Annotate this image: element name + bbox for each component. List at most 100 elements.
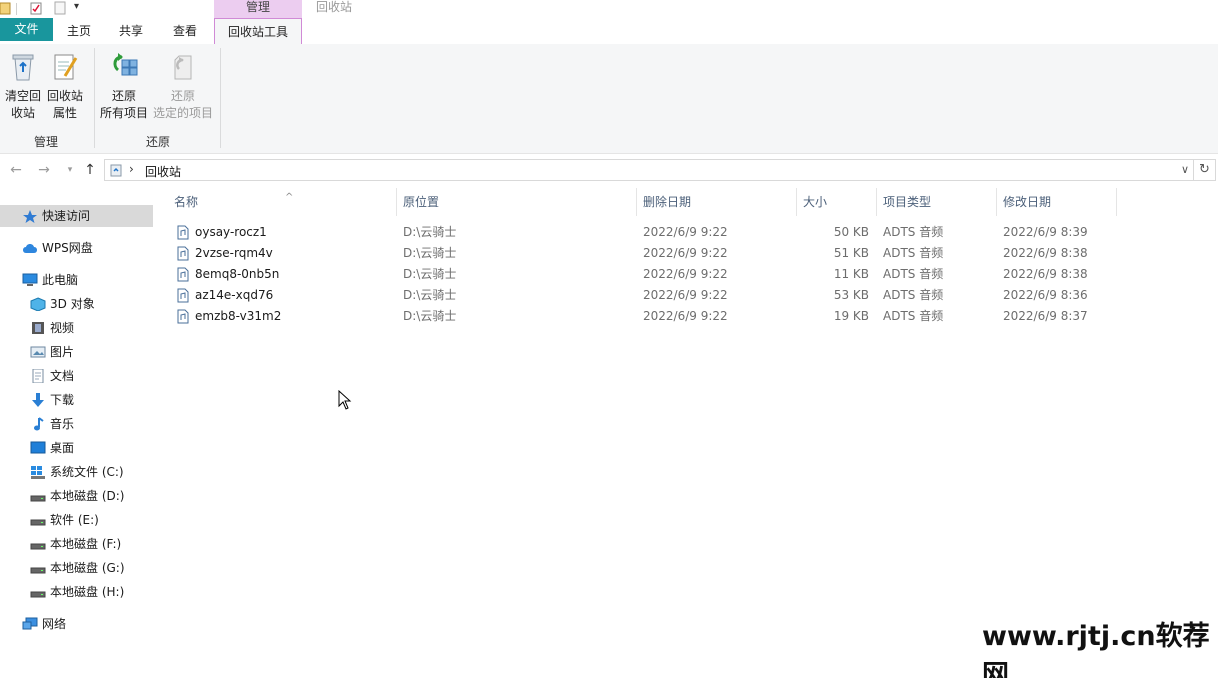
new-folder-icon[interactable]	[54, 1, 66, 15]
tab-home[interactable]: 主页	[60, 18, 98, 44]
table-row[interactable]: 2vzse-rqm4v D:\云骑士 2022/6/9 9:22 51 KB A…	[167, 243, 1117, 264]
sidebar-item-label: 快速访问	[42, 209, 91, 223]
ribbon-tabs: 文件 主页 共享 查看 回收站工具	[0, 18, 1218, 45]
file-type: ADTS 音频	[883, 225, 944, 239]
empty-recycle-bin-button[interactable]: 清空回 收站	[2, 44, 44, 129]
tab-recycle-bin-tools[interactable]: 回收站工具	[214, 18, 302, 45]
forward-arrow-icon[interactable]: →	[36, 162, 52, 178]
window-title: 回收站	[316, 0, 353, 14]
sidebar-item-videos[interactable]: 视频	[0, 317, 153, 339]
sidebar-item-downloads[interactable]: 下载	[0, 389, 153, 411]
restore-selected-label-2: 选定的项目	[152, 106, 213, 120]
sidebar-item-documents[interactable]: 文档	[0, 365, 153, 387]
sidebar-item-desktop[interactable]: 桌面	[0, 437, 153, 459]
tab-file[interactable]: 文件	[0, 18, 53, 41]
sidebar-item-drive-h[interactable]: 本地磁盘 (H:)	[0, 581, 153, 603]
sidebar-item-music[interactable]: 音乐	[0, 413, 153, 435]
column-header-name[interactable]: 名称 ^	[174, 191, 396, 213]
restore-selected-items-button[interactable]: 还原 选定的项目	[150, 44, 216, 129]
sidebar-item-drive-f[interactable]: 本地磁盘 (F:)	[0, 533, 153, 555]
up-arrow-icon[interactable]: ↑	[82, 162, 98, 178]
file-location: D:\云骑士	[403, 267, 457, 281]
drive-icon	[30, 519, 46, 526]
column-divider[interactable]	[996, 188, 997, 216]
download-icon	[32, 393, 44, 407]
toolbar-divider	[16, 3, 17, 15]
drive-icon	[30, 495, 46, 502]
video-icon	[32, 322, 44, 334]
star-icon	[23, 210, 37, 223]
audio-file-icon	[177, 309, 189, 324]
refresh-icon[interactable]: ↻	[1194, 159, 1216, 181]
tab-share[interactable]: 共享	[112, 18, 150, 44]
audio-file-icon	[177, 288, 189, 303]
column-divider[interactable]	[876, 188, 877, 216]
back-arrow-icon[interactable]: ←	[8, 162, 24, 178]
table-row[interactable]: 8emq8-0nb5n D:\云骑士 2022/6/9 9:22 11 KB A…	[167, 264, 1117, 285]
column-divider[interactable]	[796, 188, 797, 216]
file-name: az14e-xqd76	[195, 288, 274, 302]
table-row[interactable]: az14e-xqd76 D:\云骑士 2022/6/9 9:22 53 KB A…	[167, 285, 1117, 306]
file-type: ADTS 音频	[883, 246, 944, 260]
column-header-date-modified[interactable]: 修改日期	[1003, 191, 1115, 213]
sidebar-item-quick-access[interactable]: 快速访问	[0, 205, 153, 227]
properties-icon[interactable]	[30, 1, 42, 15]
sidebar-item-drive-g[interactable]: 本地磁盘 (G:)	[0, 557, 153, 579]
sidebar-item-label: WPS网盘	[42, 241, 93, 255]
breadcrumb-recycle-bin[interactable]: 回收站	[145, 163, 181, 180]
file-date-deleted: 2022/6/9 9:22	[643, 246, 728, 260]
ribbon-group-divider	[220, 48, 221, 148]
sidebar-item-label: 文档	[50, 369, 75, 383]
navigation-bar: ← → ▾ ↑ › 回收站 ∨ ↻	[0, 155, 1218, 185]
column-header-item-type[interactable]: 项目类型	[883, 191, 995, 213]
sidebar-item-drive-e[interactable]: 软件 (E:)	[0, 509, 153, 531]
file-type: ADTS 音频	[883, 288, 944, 302]
column-header-date-deleted[interactable]: 删除日期	[643, 191, 795, 213]
group-label-manage: 管理	[33, 135, 58, 149]
column-header-original-location[interactable]: 原位置	[403, 191, 635, 213]
file-date-deleted: 2022/6/9 9:22	[643, 309, 728, 323]
recycle-bin-icon	[12, 54, 34, 81]
breadcrumb-chevron-icon[interactable]: ›	[129, 162, 134, 176]
restore-selected-icon	[174, 55, 192, 80]
column-divider[interactable]	[636, 188, 637, 216]
tab-view[interactable]: 查看	[166, 18, 204, 44]
file-date-modified: 2022/6/9 8:37	[1003, 309, 1088, 323]
file-name: emzb8-v31m2	[195, 309, 282, 323]
drive-icon	[30, 567, 46, 574]
sidebar-item-network[interactable]: 网络	[0, 613, 153, 635]
file-size: 53 KB	[833, 288, 869, 302]
address-bar[interactable]: › 回收站 ∨	[104, 159, 1194, 181]
column-divider[interactable]	[396, 188, 397, 216]
column-header-size[interactable]: 大小	[803, 191, 875, 213]
recent-locations-chevron-icon[interactable]: ▾	[62, 162, 78, 178]
file-size: 11 KB	[833, 267, 869, 281]
column-divider[interactable]	[1116, 188, 1117, 216]
file-location: D:\云骑士	[403, 288, 457, 302]
document-icon	[32, 369, 44, 383]
picture-icon	[30, 346, 46, 358]
sidebar-item-wps-cloud[interactable]: WPS网盘	[0, 237, 153, 259]
recycle-bin-properties-button[interactable]: 回收站 属性	[44, 44, 86, 129]
sidebar-item-label: 下载	[50, 393, 75, 407]
sidebar-item-label: 视频	[50, 321, 75, 335]
sidebar-item-label: 3D 对象	[50, 297, 95, 311]
table-row[interactable]: oysay-rocz1 D:\云骑士 2022/6/9 9:22 50 KB A…	[167, 222, 1117, 243]
sidebar-item-drive-d[interactable]: 本地磁盘 (D:)	[0, 485, 153, 507]
file-date-deleted: 2022/6/9 9:22	[643, 288, 728, 302]
file-date-deleted: 2022/6/9 9:22	[643, 225, 728, 239]
sidebar-item-this-pc[interactable]: 此电脑	[0, 269, 153, 291]
drive-icon	[30, 543, 46, 550]
sort-ascending-icon: ^	[285, 192, 294, 203]
file-list: 名称 ^ 原位置 删除日期 大小 项目类型 修改日期 oysay-rocz1 D…	[167, 186, 1218, 678]
bin-props-label-2: 属性	[52, 106, 77, 120]
table-row[interactable]: emzb8-v31m2 D:\云骑士 2022/6/9 9:22 19 KB A…	[167, 306, 1117, 327]
sidebar-item-pictures[interactable]: 图片	[0, 341, 153, 363]
restore-all-items-button[interactable]: 还原 所有项目	[98, 44, 150, 129]
sidebar-item-drive-c[interactable]: 系统文件 (C:)	[0, 461, 153, 483]
address-dropdown-icon[interactable]: ∨	[1181, 163, 1189, 176]
music-icon	[34, 417, 44, 431]
sidebar-item-3d-objects[interactable]: 3D 对象	[0, 293, 153, 315]
column-header-label: 名称	[174, 195, 199, 209]
customize-quick-access-icon[interactable]: ▾	[74, 1, 79, 12]
